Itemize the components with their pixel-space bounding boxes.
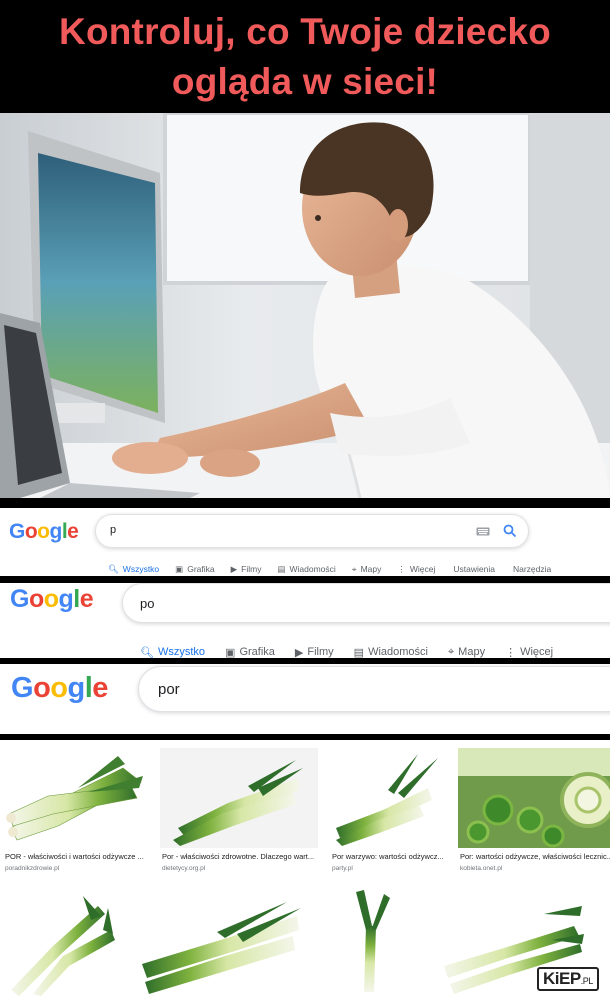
tab-images[interactable]: ▣ Grafika <box>175 564 214 575</box>
leek-thumbnail <box>330 748 448 848</box>
news-icon: ▤ <box>353 646 365 659</box>
google-logo: Google <box>10 585 94 613</box>
result-source: party.pl <box>332 865 353 872</box>
search-input[interactable] <box>122 583 610 623</box>
search-icon: 🔍︎ <box>108 563 119 574</box>
image-icon: ▣ <box>175 563 184 574</box>
image-result[interactable]: Por - właściwości zdrowotne. Dlaczego wa… <box>160 748 318 876</box>
photo-illustration <box>0 113 610 498</box>
search-query[interactable]: po <box>140 596 154 611</box>
image-result[interactable] <box>135 886 307 996</box>
leek-sliced-thumbnail <box>458 748 610 848</box>
search-input[interactable] <box>95 514 529 548</box>
search-query[interactable]: p <box>110 524 116 536</box>
search-tabs: 🔍︎ Wszystko ▣ Grafika ▶ Filmy ▤ Wiadomości ⌖… <box>140 645 553 659</box>
search-input[interactable] <box>138 666 610 712</box>
leek-thumbnail <box>135 886 307 996</box>
video-icon: ▶ <box>230 563 238 574</box>
google-search-panel-3: Google por <box>0 664 610 734</box>
search-icon: 🔍︎ <box>140 646 154 659</box>
result-source: poradnikzdrowie.pl <box>5 865 60 872</box>
leek-thumbnail <box>160 748 318 848</box>
tab-videos[interactable]: ▶ Filmy <box>231 564 262 575</box>
boy-with-laptop-photo <box>0 113 610 498</box>
search-icon[interactable] <box>503 524 517 538</box>
more-icon: ⋮ <box>505 646 517 659</box>
map-icon: ⌖ <box>447 645 455 658</box>
tab-images[interactable]: ▣ Grafika <box>225 646 275 659</box>
tab-more[interactable]: ⋮ Więcej <box>397 564 435 575</box>
result-caption: POR - właściwości i wartości odżywcze ..… <box>5 852 144 861</box>
image-result[interactable]: Por warzywo: wartości odżywcz... party.p… <box>330 748 448 876</box>
kwejk-logo: KiEP.PL <box>537 967 599 991</box>
leek-thumbnail <box>318 886 424 996</box>
leek-thumbnail <box>3 748 149 848</box>
result-caption: Por - właściwości zdrowotne. Dlaczego wa… <box>162 852 315 861</box>
leek-thumbnail <box>3 886 125 996</box>
image-result[interactable]: POR - właściwości i wartości odżywcze ..… <box>3 748 149 876</box>
title-line-1: Kontroluj, co Twoje dziecko <box>59 10 551 52</box>
keyboard-icon[interactable] <box>476 527 490 536</box>
search-query[interactable]: por <box>158 681 180 698</box>
news-icon: ▤ <box>277 563 286 574</box>
tab-all[interactable]: 🔍︎ Wszystko <box>108 564 159 575</box>
google-search-panel-1: Google p 🔍︎ Wszystko ▣ Grafika ▶ Filmy ▤ Wia… <box>0 508 610 576</box>
search-tabs: 🔍︎ Wszystko ▣ Grafika ▶ Filmy ▤ Wiadomości ⌖… <box>108 563 551 575</box>
tab-news[interactable]: ▤ Wiadomości <box>277 564 335 575</box>
tab-videos[interactable]: ▶ Filmy <box>294 646 334 659</box>
result-caption: Por warzywo: wartości odżywcz... <box>332 852 444 861</box>
title-line-2: ogląda w sieci! <box>171 60 439 102</box>
tab-all[interactable]: 🔍︎ Wszystko <box>140 646 205 659</box>
image-result[interactable] <box>3 886 125 996</box>
image-results: POR - właściwości i wartości odżywcze ..… <box>0 740 610 1000</box>
result-source: kobieta.onet.pl <box>460 865 503 872</box>
video-icon: ▶ <box>294 646 304 659</box>
tab-maps[interactable]: ⌖ Mapy <box>448 646 485 659</box>
tab-settings[interactable]: Ustawienia <box>453 564 495 574</box>
more-icon: ⋮ <box>397 563 406 574</box>
tab-maps[interactable]: ⌖ Mapy <box>352 564 382 575</box>
map-icon: ⌖ <box>351 563 357 574</box>
meme-title: Kontroluj, co Twoje dziecko ogląda w sie… <box>0 0 610 113</box>
google-logo: Google <box>11 672 108 704</box>
tab-more[interactable]: ⋮ Więcej <box>505 646 553 659</box>
image-result[interactable] <box>318 886 424 996</box>
tab-news[interactable]: ▤ Wiadomości <box>353 646 428 659</box>
image-result[interactable]: Por: wartości odżywcze, właściwości lecz… <box>458 748 610 876</box>
result-source: dietetycy.org.pl <box>162 865 206 872</box>
google-search-panel-2: Google po 🔍︎ Wszystko ▣ Grafika ▶ Filmy ▤ Wi… <box>0 583 610 658</box>
result-caption: Por: wartości odżywcze, właściwości lecz… <box>460 852 610 861</box>
tab-tools[interactable]: Narzędzia <box>513 564 551 574</box>
google-logo: Google <box>9 520 79 543</box>
image-icon: ▣ <box>225 646 236 659</box>
